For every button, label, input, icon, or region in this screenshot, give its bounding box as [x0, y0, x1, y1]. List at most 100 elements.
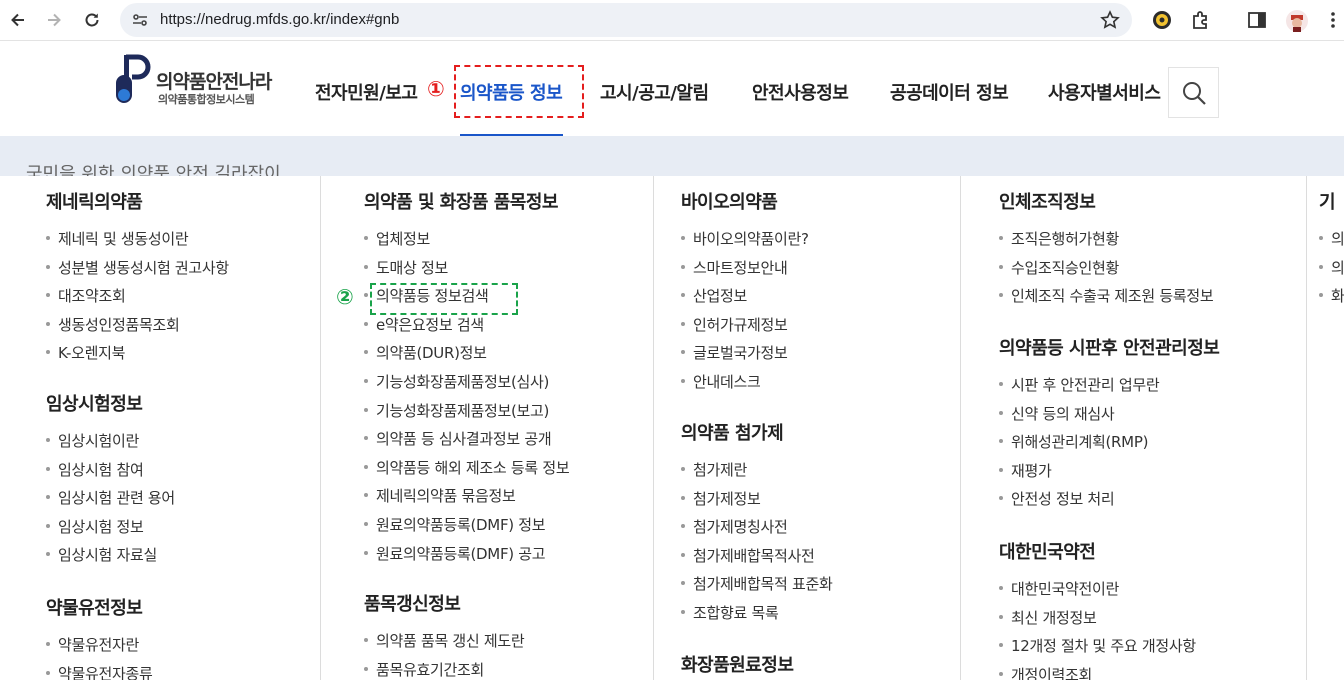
logo-mark-icon	[116, 54, 151, 103]
menu-group-title[interactable]: 품목갱신정보	[364, 590, 461, 616]
site-logo[interactable]: 의약품안전나라 의약품통합정보시스템	[112, 53, 287, 109]
menu-item[interactable]: 기능성화장품제품정보(보고)	[364, 400, 549, 421]
nav-item-safe-use[interactable]: 안전사용정보	[752, 79, 849, 105]
menu-item[interactable]: 품목유효기간조회	[364, 659, 484, 680]
menu-item[interactable]: e약은요정보 검색	[364, 314, 484, 335]
mega-menu: 제네릭의약품제네릭 및 생동성이란성분별 생동성시험 권고사항대조약조회생동성인…	[0, 176, 1344, 680]
menu-column-5: 기의의화	[1306, 176, 1344, 680]
menu-item[interactable]: 원료의약품등록(DMF) 정보	[364, 514, 546, 535]
menu-group-title[interactable]: 대한민국약전	[999, 538, 1096, 564]
menu-item[interactable]: 의약품 등 심사결과정보 공개	[364, 428, 552, 449]
menu-item[interactable]: 안내데스크	[681, 371, 761, 392]
menu-item[interactable]: 임상시험 정보	[46, 516, 144, 537]
logo-subtitle: 의약품통합정보시스템	[158, 93, 255, 106]
menu-item[interactable]: 바이오의약품이란?	[681, 228, 809, 249]
side-panel-icon[interactable]	[1246, 9, 1268, 31]
menu-group-title[interactable]: 의약품 및 화장품 품목정보	[364, 188, 558, 214]
menu-group-title[interactable]: 의약품 첨가제	[681, 419, 784, 445]
menu-item[interactable]: 스마트정보안내	[681, 257, 788, 278]
step-marker-1: ①	[427, 77, 445, 101]
extensions-puzzle-icon[interactable]	[1190, 9, 1212, 31]
menu-item[interactable]: 재평가	[999, 460, 1052, 481]
menu-item[interactable]: 안전성 정보 처리	[999, 488, 1115, 509]
menu-item[interactable]: 업체정보	[364, 228, 430, 249]
menu-column-1: 제네릭의약품제네릭 및 생동성이란성분별 생동성시험 권고사항대조약조회생동성인…	[0, 176, 321, 680]
menu-item[interactable]: 임상시험 자료실	[46, 544, 157, 565]
menu-item[interactable]: 임상시험 관련 용어	[46, 487, 175, 508]
menu-item[interactable]: 시판 후 안전관리 업무란	[999, 374, 1160, 395]
menu-item[interactable]: 의약품 품목 갱신 제도란	[364, 630, 525, 651]
menu-item[interactable]: 의약품등 해외 제조소 등록 정보	[364, 457, 570, 478]
menu-group-title[interactable]: 제네릭의약품	[46, 188, 143, 214]
menu-column-4: 인체조직정보조직은행허가현황수입조직승인현황인체조직 수출국 제조원 등록정보의…	[961, 176, 1306, 680]
menu-item[interactable]: 약물유전자란	[46, 634, 139, 655]
menu-item[interactable]: 수입조직승인현황	[999, 257, 1119, 278]
menu-item[interactable]: K-오렌지북	[46, 342, 125, 363]
menu-item[interactable]: 첨가제배합목적 표준화	[681, 573, 833, 594]
menu-item[interactable]: 대조약조회	[46, 285, 126, 306]
menu-group-title[interactable]: 바이오의약품	[681, 188, 778, 214]
menu-item[interactable]: 도매상 정보	[364, 257, 448, 278]
menu-item[interactable]: 신약 등의 재심사	[999, 403, 1115, 424]
search-button[interactable]	[1168, 67, 1219, 118]
menu-group-title[interactable]: 약물유전정보	[46, 594, 143, 620]
menu-item[interactable]: 개정이력조회	[999, 664, 1092, 680]
menu-item[interactable]: 산업정보	[681, 285, 747, 306]
menu-item[interactable]: 기능성화장품제품정보(심사)	[364, 371, 549, 392]
menu-group-title[interactable]: 기	[1319, 188, 1336, 214]
step-marker-2: ②	[336, 285, 354, 309]
menu-item[interactable]: 글로벌국가정보	[681, 342, 788, 363]
nav-item-public-data[interactable]: 공공데이터 정보	[890, 79, 1009, 105]
address-bar[interactable]: https://nedrug.mfds.go.kr/index#gnb	[120, 3, 1132, 37]
menu-item[interactable]: 제네릭의약품 묶음정보	[364, 485, 516, 506]
site-settings-icon[interactable]	[132, 12, 148, 32]
menu-item[interactable]: 약물유전자종류	[46, 663, 153, 680]
menu-item[interactable]: 12개정 절차 및 주요 개정사항	[999, 635, 1196, 656]
menu-item[interactable]: 조직은행허가현황	[999, 228, 1119, 249]
menu-item[interactable]: 제네릭 및 생동성이란	[46, 228, 189, 249]
menu-item[interactable]: 첨가제정보	[681, 488, 761, 509]
logo-title: 의약품안전나라	[156, 71, 272, 93]
menu-item[interactable]: 첨가제란	[681, 459, 747, 480]
menu-group-title[interactable]: 인체조직정보	[999, 188, 1096, 214]
menu-item[interactable]: 의	[1319, 257, 1344, 278]
menu-item[interactable]: 위해성관리계획(RMP)	[999, 431, 1148, 452]
menu-item[interactable]: 원료의약품등록(DMF) 공고	[364, 543, 546, 564]
profile-avatar-icon[interactable]	[1285, 9, 1308, 32]
nav-item-notices[interactable]: 고시/공고/알림	[600, 79, 709, 105]
menu-group-title[interactable]: 의약품등 시판후 안전관리정보	[999, 334, 1220, 360]
banner-text: 국민을 위한 의약품 안전 길라잡이	[26, 164, 281, 176]
menu-item[interactable]: 성분별 생동성시험 권고사항	[46, 257, 229, 278]
menu-item[interactable]: 최신 개정정보	[999, 607, 1097, 628]
menu-item[interactable]: 인체조직 수출국 제조원 등록정보	[999, 285, 1214, 306]
back-arrow-icon[interactable]	[6, 8, 30, 32]
menu-item[interactable]: 대한민국약전이란	[999, 578, 1119, 599]
url-text[interactable]: https://nedrug.mfds.go.kr/index#gnb	[160, 11, 399, 28]
menu-item[interactable]: 화	[1319, 285, 1344, 306]
bookmark-star-icon[interactable]	[1100, 10, 1120, 34]
menu-column-3: 바이오의약품바이오의약품이란? 스마트정보안내산업정보인허가규제정보글로벌국가정보…	[654, 176, 961, 680]
nav-item-e-civil[interactable]: 전자민원/보고	[315, 79, 418, 105]
nav-item-user-services[interactable]: 사용자별서비스	[1048, 79, 1161, 105]
menu-group-title[interactable]: 화장품원료정보	[681, 651, 794, 677]
menu-item[interactable]: 생동성인정품목조회	[46, 314, 180, 335]
menu-item[interactable]: 의약품(DUR)정보	[364, 342, 487, 363]
menu-item[interactable]: 인허가규제정보	[681, 314, 788, 335]
browser-toolbar: https://nedrug.mfds.go.kr/index#gnb	[0, 0, 1344, 41]
menu-item[interactable]: 조합향료 목록	[681, 602, 779, 623]
reload-icon[interactable]	[80, 8, 104, 32]
menu-item[interactable]: 첨가제배합목적사전	[681, 545, 815, 566]
menu-column-2: 의약품 및 화장품 품목정보 업체정보 도매상 정보 의약품등 정보검색 e약은요정보 …	[321, 176, 654, 680]
menu-item[interactable]: 의	[1319, 228, 1344, 249]
hero-banner: 국민을 위한 의약품 안전 길라잡이	[0, 136, 1344, 176]
nav-item-drug-info[interactable]: 의약품등 정보	[460, 79, 563, 105]
forward-arrow-icon[interactable]	[42, 8, 66, 32]
extension-badge-icon[interactable]	[1151, 9, 1173, 31]
menu-item[interactable]: 임상시험이란	[46, 430, 139, 451]
menu-group-title[interactable]: 임상시험정보	[46, 390, 143, 416]
highlight-box-2	[370, 283, 518, 315]
menu-item[interactable]: 첨가제명칭사전	[681, 516, 788, 537]
browser-menu-icon[interactable]	[1326, 9, 1340, 31]
search-icon	[1182, 81, 1206, 105]
menu-item[interactable]: 임상시험 참여	[46, 459, 144, 480]
